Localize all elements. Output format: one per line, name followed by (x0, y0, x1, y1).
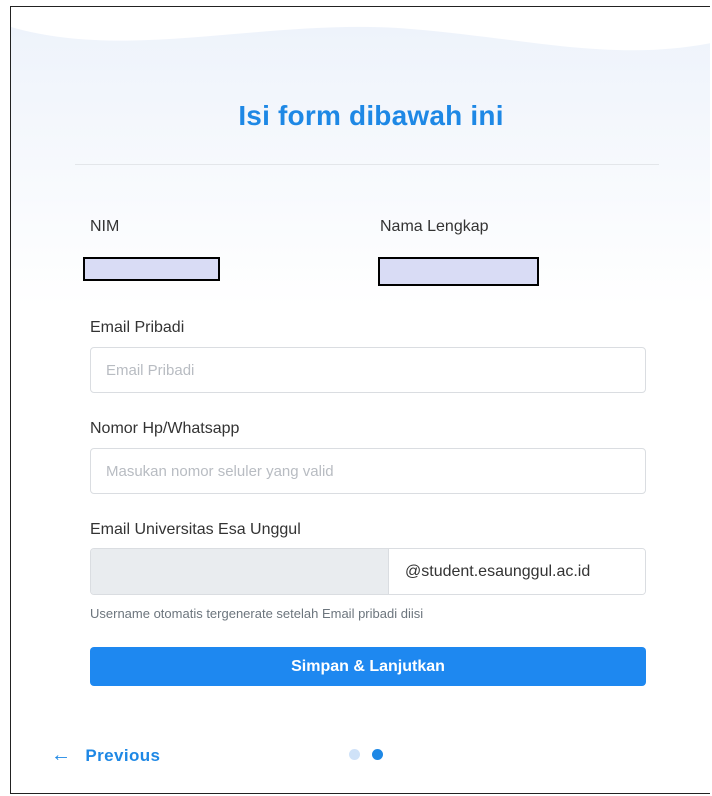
nama-lengkap-label: Nama Lengkap (380, 218, 489, 235)
email-universitas-username-field (91, 549, 389, 594)
arrow-left-icon: ← (51, 744, 72, 766)
previous-label: Previous (85, 745, 161, 765)
nama-value-redacted (378, 257, 539, 286)
email-domain-suffix: @student.esaunggul.ac.id (389, 549, 645, 594)
simpan-lanjutkan-button[interactable]: Simpan & Lanjutkan (90, 647, 646, 686)
step-dot-1 (349, 749, 360, 760)
email-universitas-label: Email Universitas Esa Unggul (90, 521, 301, 538)
email-pribadi-label: Email Pribadi (90, 319, 185, 336)
email-pribadi-input[interactable] (90, 347, 646, 393)
nim-label: NIM (90, 218, 120, 235)
previous-link[interactable]: ← Previous (51, 744, 160, 767)
page-title: Isi form dibawah ini (238, 100, 504, 131)
nomor-hp-label: Nomor Hp/Whatsapp (90, 420, 240, 437)
nomor-hp-input[interactable] (90, 448, 646, 494)
step-dot-2 (372, 749, 383, 760)
form-card: Isi form dibawah ini NIM Nama Lengkap Em… (10, 6, 710, 794)
email-universitas-group: @student.esaunggul.ac.id (90, 548, 646, 595)
title-divider (75, 164, 659, 165)
username-help-text: Username otomatis tergenerate setelah Em… (90, 606, 424, 621)
step-indicator (349, 749, 383, 760)
nim-value-redacted (83, 257, 220, 281)
